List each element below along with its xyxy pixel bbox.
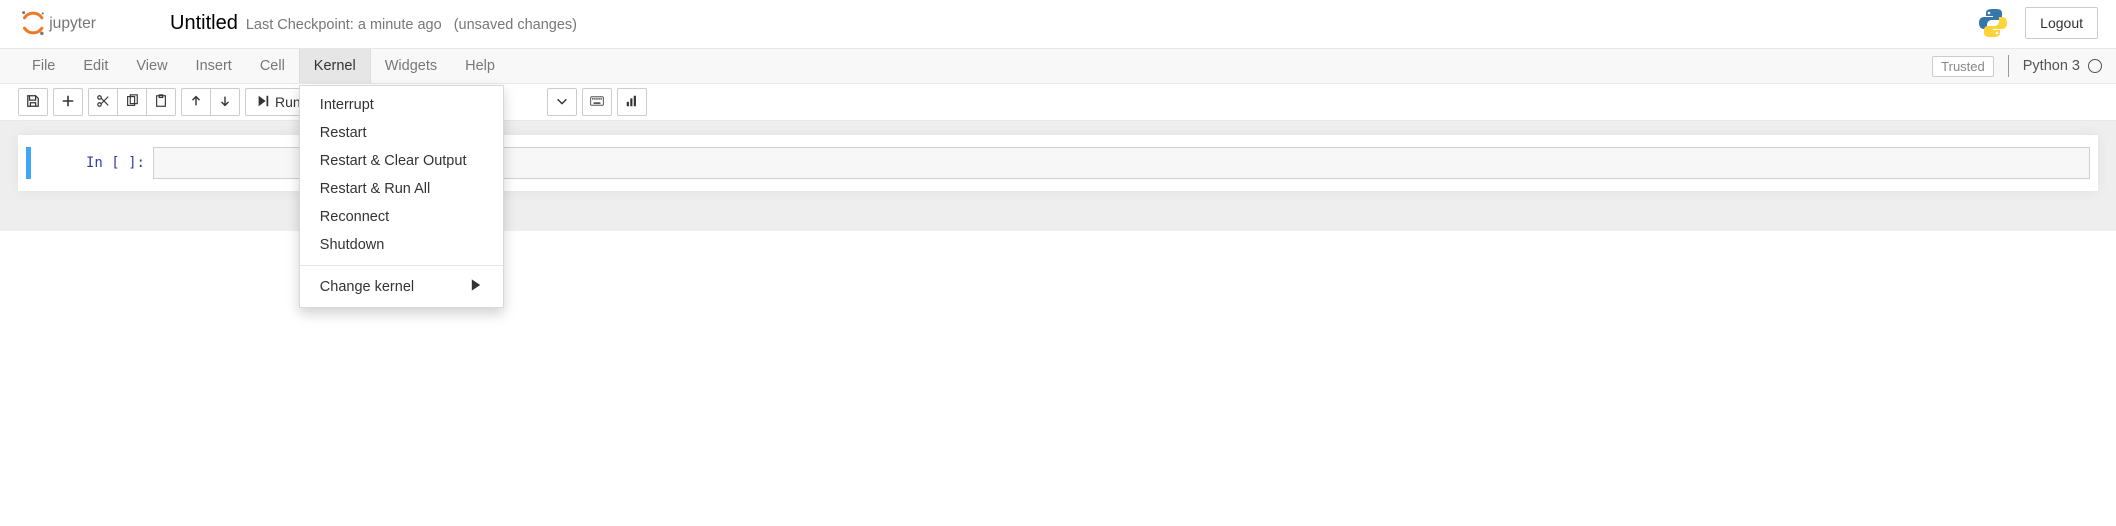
arrow-up-icon bbox=[189, 94, 203, 111]
step-forward-icon bbox=[256, 94, 270, 111]
kernel-interrupt[interactable]: Interrupt bbox=[300, 91, 503, 119]
bar-chart-icon bbox=[625, 94, 639, 111]
menu-kernel-label: Kernel bbox=[314, 58, 356, 74]
menu-edit[interactable]: Edit bbox=[69, 49, 122, 83]
kernel-name[interactable]: Python 3 bbox=[2023, 58, 2108, 74]
save-button[interactable] bbox=[18, 88, 48, 116]
svg-text:jupyter: jupyter bbox=[48, 15, 96, 32]
unsaved-status: (unsaved changes) bbox=[454, 17, 577, 33]
keyboard-icon bbox=[590, 94, 604, 111]
menu-kernel[interactable]: Kernel Interrupt Restart Restart & Clear… bbox=[299, 49, 371, 83]
kernel-restart-run-all[interactable]: Restart & Run All bbox=[300, 175, 503, 203]
insert-cell-button[interactable] bbox=[53, 88, 83, 116]
caret-right-icon bbox=[469, 278, 483, 296]
cut-button[interactable] bbox=[88, 88, 118, 116]
save-icon bbox=[26, 94, 40, 111]
celltype-select[interactable] bbox=[547, 88, 577, 116]
command-palette-button[interactable] bbox=[582, 88, 612, 116]
menu-insert[interactable]: Insert bbox=[182, 49, 246, 83]
copy-button[interactable] bbox=[117, 88, 147, 116]
kernel-name-label: Python 3 bbox=[2023, 58, 2080, 74]
cell-toolbar-button[interactable] bbox=[617, 88, 647, 116]
notebook-title[interactable]: Untitled bbox=[170, 12, 238, 35]
run-label: Run bbox=[275, 94, 301, 110]
kernel-reconnect[interactable]: Reconnect bbox=[300, 203, 503, 231]
dropdown-separator bbox=[300, 265, 503, 266]
notebook-header: jupyter Untitled Last Checkpoint: a minu… bbox=[0, 0, 2116, 48]
change-kernel-label: Change kernel bbox=[320, 279, 414, 295]
menubar: File Edit View Insert Cell Kernel Interr… bbox=[0, 48, 2116, 84]
python-logo-icon bbox=[1977, 7, 2009, 39]
move-up-button[interactable] bbox=[181, 88, 211, 116]
paste-button[interactable] bbox=[146, 88, 176, 116]
scissors-icon bbox=[96, 94, 110, 111]
chevron-down-icon bbox=[555, 94, 569, 111]
logout-button[interactable]: Logout bbox=[2025, 7, 2098, 39]
copy-icon bbox=[125, 94, 139, 111]
paste-icon bbox=[154, 94, 168, 111]
cut-copy-paste-group bbox=[88, 88, 176, 116]
checkpoint-status: Last Checkpoint: a minute ago bbox=[246, 17, 442, 33]
input-prompt: In [ ]: bbox=[33, 147, 153, 179]
kernel-change-kernel[interactable]: Change kernel bbox=[300, 272, 503, 302]
cell-selection-marker bbox=[26, 147, 31, 179]
menu-widgets[interactable]: Widgets bbox=[371, 49, 451, 83]
header-right: Logout bbox=[1977, 7, 2098, 39]
menu-cell[interactable]: Cell bbox=[246, 49, 299, 83]
kernel-restart[interactable]: Restart bbox=[300, 119, 503, 147]
menubar-right: Trusted Python 3 bbox=[1932, 49, 2108, 83]
menu-file[interactable]: File bbox=[18, 49, 69, 83]
kernel-idle-icon bbox=[2088, 59, 2102, 73]
plus-icon bbox=[61, 94, 75, 111]
arrow-down-icon bbox=[218, 94, 232, 111]
menu-help[interactable]: Help bbox=[451, 49, 509, 83]
trusted-indicator[interactable]: Trusted bbox=[1932, 56, 1994, 77]
kernel-dropdown: Interrupt Restart Restart & Clear Output… bbox=[299, 85, 504, 308]
jupyter-logo[interactable]: jupyter bbox=[18, 6, 148, 40]
move-group bbox=[181, 88, 240, 116]
kernel-shutdown[interactable]: Shutdown bbox=[300, 231, 503, 259]
vertical-divider bbox=[2008, 55, 2009, 77]
menu-view[interactable]: View bbox=[122, 49, 181, 83]
kernel-restart-clear[interactable]: Restart & Clear Output bbox=[300, 147, 503, 175]
move-down-button[interactable] bbox=[210, 88, 240, 116]
title-block: Untitled Last Checkpoint: a minute ago (… bbox=[170, 12, 577, 35]
